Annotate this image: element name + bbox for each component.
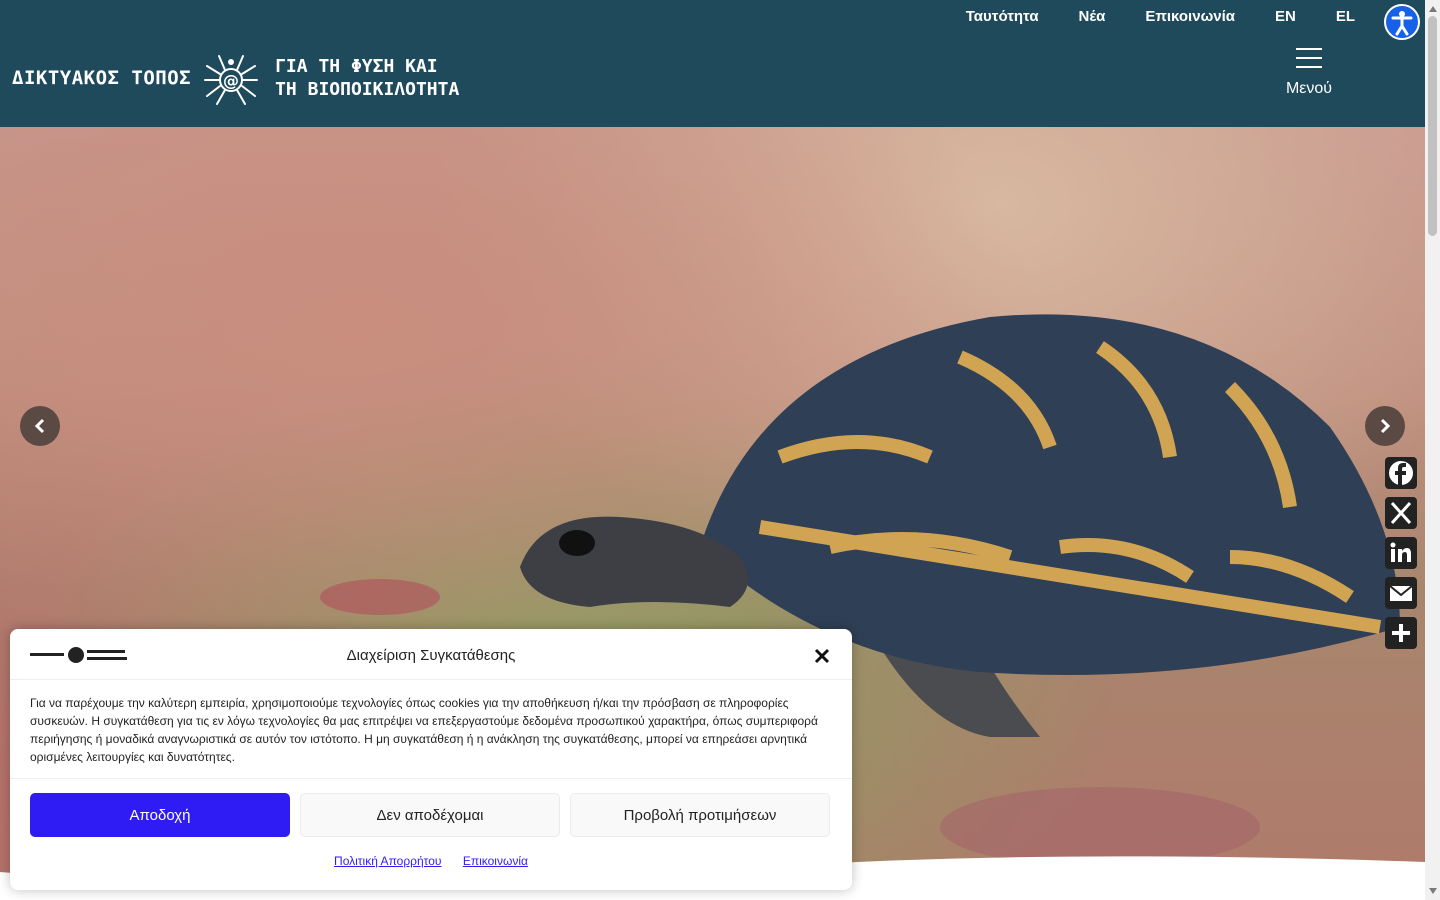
share-bar: [1385, 457, 1417, 657]
more-share-button[interactable]: [1385, 617, 1417, 649]
cookie-divider: [10, 778, 852, 779]
facebook-share-button[interactable]: [1385, 457, 1417, 489]
nav-news-link[interactable]: Νέα: [1079, 8, 1106, 25]
scroll-down-arrow-icon[interactable]: [1429, 888, 1437, 894]
scrollbar-thumb[interactable]: [1428, 16, 1437, 236]
nav-contact-link[interactable]: Επικοινωνία: [1145, 8, 1235, 25]
site-logo[interactable]: ΔΙΚΤΥΑΚΟΣ ΤΟΠΟΣ @ ΓΙΑ ΤΗ ΦΥΣΗ ΚΑΙ ΤΗ ΒΙΟ…: [12, 50, 459, 106]
accessibility-button[interactable]: [1384, 4, 1420, 40]
nav-identity-link[interactable]: Ταυτότητα: [966, 8, 1039, 25]
cookie-contact-link[interactable]: Επικοινωνία: [463, 854, 528, 868]
email-icon: [1389, 585, 1413, 601]
chevron-left-icon: [34, 418, 45, 434]
chevron-right-icon: [1380, 418, 1391, 434]
spider-at-logo-icon: @: [204, 55, 259, 105]
email-share-button[interactable]: [1385, 577, 1417, 609]
cookie-description: Για να παρέχουμε την καλύτερη εμπειρία, …: [30, 696, 818, 764]
cookie-consent-dialog: Διαχείριση Συγκατάθεσης Για να παρέχουμε…: [10, 629, 852, 890]
cookie-button-row: Αποδοχή Δεν αποδέχομαι Προβολή προτιμήσε…: [30, 793, 830, 837]
logo-text-right: ΓΙΑ ΤΗ ΦΥΣΗ ΚΑΙ ΤΗ ΒΙΟΠΟΙΚΙΛΟΤΗΤΑ: [275, 55, 459, 101]
view-preferences-button[interactable]: Προβολή προτιμήσεων: [570, 793, 830, 837]
top-navigation: Ταυτότητα Νέα Επικοινωνία EN EL: [966, 8, 1355, 25]
decline-cookies-button[interactable]: Δεν αποδέχομαι: [300, 793, 560, 837]
language-en-link[interactable]: EN: [1275, 8, 1296, 25]
accessibility-person-icon: [1391, 11, 1413, 36]
cookie-dialog-title: Διαχείριση Συγκατάθεσης: [346, 647, 516, 664]
slider-next-button[interactable]: [1365, 406, 1405, 446]
scroll-up-arrow-icon[interactable]: [1429, 6, 1437, 12]
cookie-dialog-header: Διαχείριση Συγκατάθεσης: [10, 629, 852, 680]
logo-text-line-2: ΤΗ ΒΙΟΠΟΙΚΙΛΟΤΗΤΑ: [275, 79, 460, 100]
privacy-policy-link[interactable]: Πολιτική Απορρήτου: [334, 854, 441, 868]
logo-text-left: ΔΙΚΤΥΑΚΟΣ ΤΟΠΟΣ: [12, 67, 192, 89]
close-icon[interactable]: [814, 648, 830, 664]
x-share-button[interactable]: [1385, 497, 1417, 529]
page-scrollbar[interactable]: [1425, 0, 1440, 900]
x-icon: [1390, 501, 1412, 525]
accept-cookies-button[interactable]: Αποδοχή: [30, 793, 290, 837]
hamburger-icon: [1296, 48, 1322, 68]
site-header: ΔΙΚΤΥΑΚΟΣ ΤΟΠΟΣ @ ΓΙΑ ΤΗ ΦΥΣΗ ΚΑΙ ΤΗ ΒΙΟ…: [0, 0, 1425, 127]
language-el-link[interactable]: EL: [1336, 8, 1355, 25]
menu-label: Μενού: [1285, 80, 1333, 97]
facebook-icon: [1389, 461, 1413, 485]
linkedin-share-button[interactable]: [1385, 537, 1417, 569]
logo-text-line-1: ΓΙΑ ΤΗ ΦΥΣΗ ΚΑΙ: [275, 56, 438, 77]
cookie-links: Πολιτική Απορρήτου Επικοινωνία: [10, 854, 852, 868]
menu-button[interactable]: Μενού: [1276, 48, 1342, 98]
slider-prev-button[interactable]: [20, 406, 60, 446]
share-plus-icon: [1392, 624, 1410, 642]
linkedin-icon: [1390, 542, 1411, 562]
svg-text:@: @: [223, 71, 239, 90]
